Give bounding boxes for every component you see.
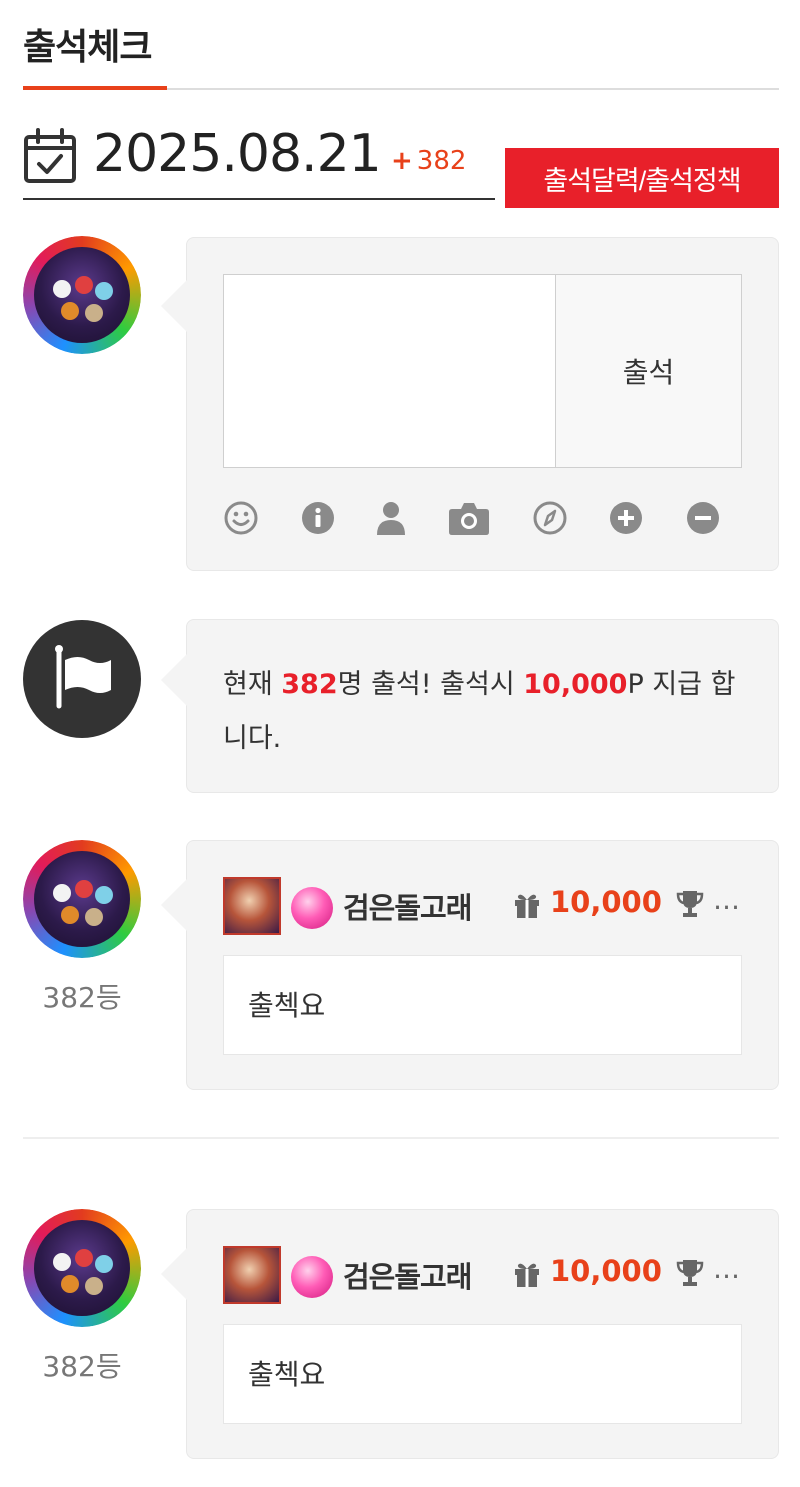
avatar [23, 1209, 141, 1327]
composer-toolbar [223, 500, 743, 540]
entry-message: 출첵요 [223, 1324, 742, 1424]
page-title: 출석체크 [23, 27, 152, 68]
flag-icon [23, 620, 141, 738]
attendance-notice: 현재 382명 출석! 출석시 10,000P 지급 합니다. [161, 619, 779, 793]
gift-icon [515, 894, 539, 918]
notice-count: 382 [281, 669, 338, 700]
rank-label: 382등 [42, 981, 122, 1014]
rank-label: 382등 [42, 1350, 122, 1383]
calendar-icon [24, 128, 76, 183]
level-orb-icon [291, 887, 333, 929]
attendance-policy-button[interactable]: 출석달력/출석정책 [505, 148, 779, 208]
username[interactable]: 검은돌고래 [343, 1254, 472, 1296]
entry-divider [23, 1137, 779, 1139]
notice-text: 현재 382명 출석! 출석시 10,000P 지급 합니다. [223, 658, 743, 766]
trophy-icon [676, 1260, 704, 1286]
camera-icon[interactable] [448, 500, 490, 536]
attendance-entry: 검은돌고래 10,000 … 출첵요 [161, 840, 779, 1090]
info-icon[interactable] [300, 500, 336, 536]
notice-middle: 명 출석! 출석시 [337, 669, 524, 700]
avatar [23, 236, 141, 354]
avatar [23, 840, 141, 958]
points-value: 10,000 [550, 885, 662, 919]
attendance-count: +382 [391, 146, 466, 176]
more-ellipsis[interactable]: … [713, 885, 740, 916]
minus-circle-icon[interactable] [685, 500, 721, 536]
title-underline [23, 86, 167, 90]
notice-prefix: 현재 [223, 669, 282, 700]
submit-attendance-button[interactable]: 출석 [555, 274, 742, 468]
smile-icon[interactable] [223, 500, 259, 536]
page-header: 출석체크 [23, 0, 779, 90]
user-thumbnail[interactable] [223, 1246, 281, 1304]
compass-icon[interactable] [532, 500, 568, 536]
entry-message: 출첵요 [223, 955, 742, 1055]
notice-points: 10,000 [523, 669, 628, 700]
entry-user-row: 검은돌고래 10,000 … [223, 877, 743, 937]
points-value: 10,000 [550, 1254, 662, 1288]
current-date: 2025.08.21 [93, 124, 382, 184]
attendance-entry: 검은돌고래 10,000 … 출첵요 [161, 1209, 779, 1459]
user-thumbnail[interactable] [223, 877, 281, 935]
more-ellipsis[interactable]: … [713, 1254, 740, 1285]
user-icon[interactable] [373, 500, 409, 536]
plus-circle-icon[interactable] [608, 500, 644, 536]
count-plus-sign: + [391, 146, 413, 176]
count-value: 382 [416, 146, 467, 176]
trophy-icon [676, 891, 704, 917]
gift-icon [515, 1263, 539, 1287]
entry-user-row: 검은돌고래 10,000 … [223, 1246, 743, 1306]
date-bar: 2025.08.21 +382 [23, 122, 495, 200]
attendance-composer: 출석 [161, 237, 779, 571]
level-orb-icon [291, 1256, 333, 1298]
username[interactable]: 검은돌고래 [343, 885, 472, 927]
